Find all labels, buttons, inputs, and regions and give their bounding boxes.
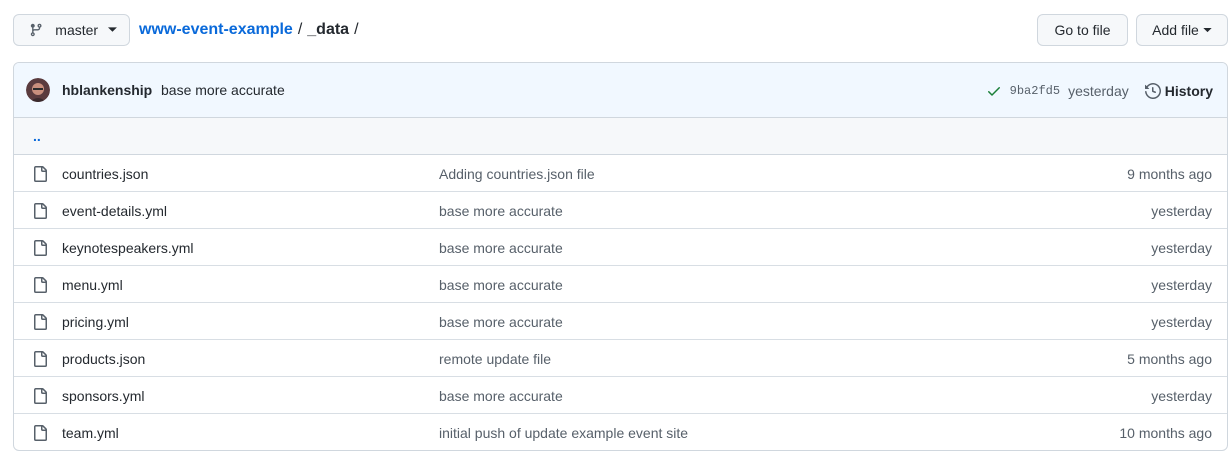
parent-directory-link[interactable]: .. xyxy=(33,128,41,144)
commit-message-link[interactable]: base more accurate xyxy=(161,82,285,98)
caret-down-icon xyxy=(1203,27,1212,32)
file-commit-age: yesterday xyxy=(1151,277,1212,293)
branch-name: master xyxy=(55,22,99,38)
file-name-link[interactable]: pricing.yml xyxy=(62,314,129,330)
branch-select-button[interactable]: master xyxy=(13,14,130,46)
file-commit-message-link[interactable]: base more accurate xyxy=(439,203,563,219)
file-icon xyxy=(32,203,48,222)
breadcrumb-separator: / xyxy=(297,21,303,38)
file-name-link[interactable]: countries.json xyxy=(62,166,148,182)
file-row[interactable]: event-details.yml base more accurate yeste… xyxy=(14,192,1227,229)
commit-meta: 9ba2fd5 yesterday History xyxy=(986,63,1213,118)
go-to-file-button[interactable]: Go to file xyxy=(1037,14,1128,46)
git-branch-icon xyxy=(30,23,42,37)
file-icon xyxy=(32,351,48,370)
file-row[interactable]: team.yml initial push of update example e… xyxy=(14,414,1227,450)
caret-down-icon xyxy=(108,27,117,32)
history-label: History xyxy=(1164,82,1213,99)
check-icon[interactable] xyxy=(986,83,1002,99)
breadcrumb-separator: / xyxy=(354,21,359,38)
file-commit-message-link[interactable]: base more accurate xyxy=(439,277,563,293)
file-row[interactable]: sponsors.yml base more accurate yesterday xyxy=(14,377,1227,414)
history-icon xyxy=(1144,82,1161,99)
file-icon xyxy=(32,314,48,333)
file-name-link[interactable]: event-details.yml xyxy=(62,203,167,219)
avatar[interactable] xyxy=(26,78,50,102)
file-commit-age: yesterday xyxy=(1151,203,1212,219)
add-file-button[interactable]: Add file xyxy=(1136,14,1228,46)
file-commit-age: 10 months ago xyxy=(1119,425,1212,441)
parent-directory-row[interactable]: .. xyxy=(14,118,1227,155)
file-row[interactable]: keynotespeakers.yml base more accurate yes… xyxy=(14,229,1227,266)
file-commit-age: 9 months ago xyxy=(1127,166,1212,182)
file-commit-message-link[interactable]: base more accurate xyxy=(439,314,563,330)
file-icon xyxy=(32,425,48,444)
file-commit-age: yesterday xyxy=(1151,388,1212,404)
history-link[interactable]: History xyxy=(1144,82,1213,99)
file-name-link[interactable]: keynotespeakers.yml xyxy=(62,240,194,256)
file-commit-age: yesterday xyxy=(1151,240,1212,256)
file-row[interactable]: products.json remote update file 5 months … xyxy=(14,340,1227,377)
breadcrumb-repo-link[interactable]: www-event-example xyxy=(139,21,293,39)
repo-toolbar: master www-event-example / _data / Go to… xyxy=(13,14,1228,46)
commit-time: yesterday xyxy=(1068,82,1129,99)
file-commit-message-link[interactable]: remote update file xyxy=(439,351,551,367)
breadcrumb-current-dir: _data xyxy=(307,21,350,38)
file-commit-message-link[interactable]: base more accurate xyxy=(439,240,563,256)
file-icon xyxy=(32,277,48,296)
add-file-label: Add file xyxy=(1152,22,1199,38)
file-name-link[interactable]: sponsors.yml xyxy=(62,388,144,404)
breadcrumb: www-event-example / _data / xyxy=(139,14,364,46)
file-commit-age: 5 months ago xyxy=(1127,351,1212,367)
file-row[interactable]: menu.yml base more accurate yesterday xyxy=(14,266,1227,303)
file-row[interactable]: pricing.yml base more accurate yesterday xyxy=(14,303,1227,340)
go-to-file-label: Go to file xyxy=(1054,22,1111,38)
file-row[interactable]: countries.json Adding countries.json file… xyxy=(14,155,1227,192)
latest-commit-bar: hblankenship base more accurate 9ba2fd5 … xyxy=(14,63,1227,118)
file-browser: hblankenship base more accurate 9ba2fd5 … xyxy=(13,62,1228,451)
file-commit-message-link[interactable]: Adding countries.json file xyxy=(439,166,595,182)
file-commit-message-link[interactable]: base more accurate xyxy=(439,388,563,404)
file-commit-age: yesterday xyxy=(1151,314,1212,330)
file-icon xyxy=(32,240,48,259)
file-icon xyxy=(32,166,48,185)
commit-sha-link[interactable]: 9ba2fd5 xyxy=(1010,84,1060,98)
file-commit-message-link[interactable]: initial push of update example event sit… xyxy=(439,425,688,441)
file-name-link[interactable]: team.yml xyxy=(62,425,119,441)
file-icon xyxy=(32,388,48,407)
file-list: countries.json Adding countries.json file… xyxy=(14,155,1227,450)
file-name-link[interactable]: menu.yml xyxy=(62,277,123,293)
commit-author-link[interactable]: hblankenship xyxy=(62,82,152,98)
file-name-link[interactable]: products.json xyxy=(62,351,145,367)
